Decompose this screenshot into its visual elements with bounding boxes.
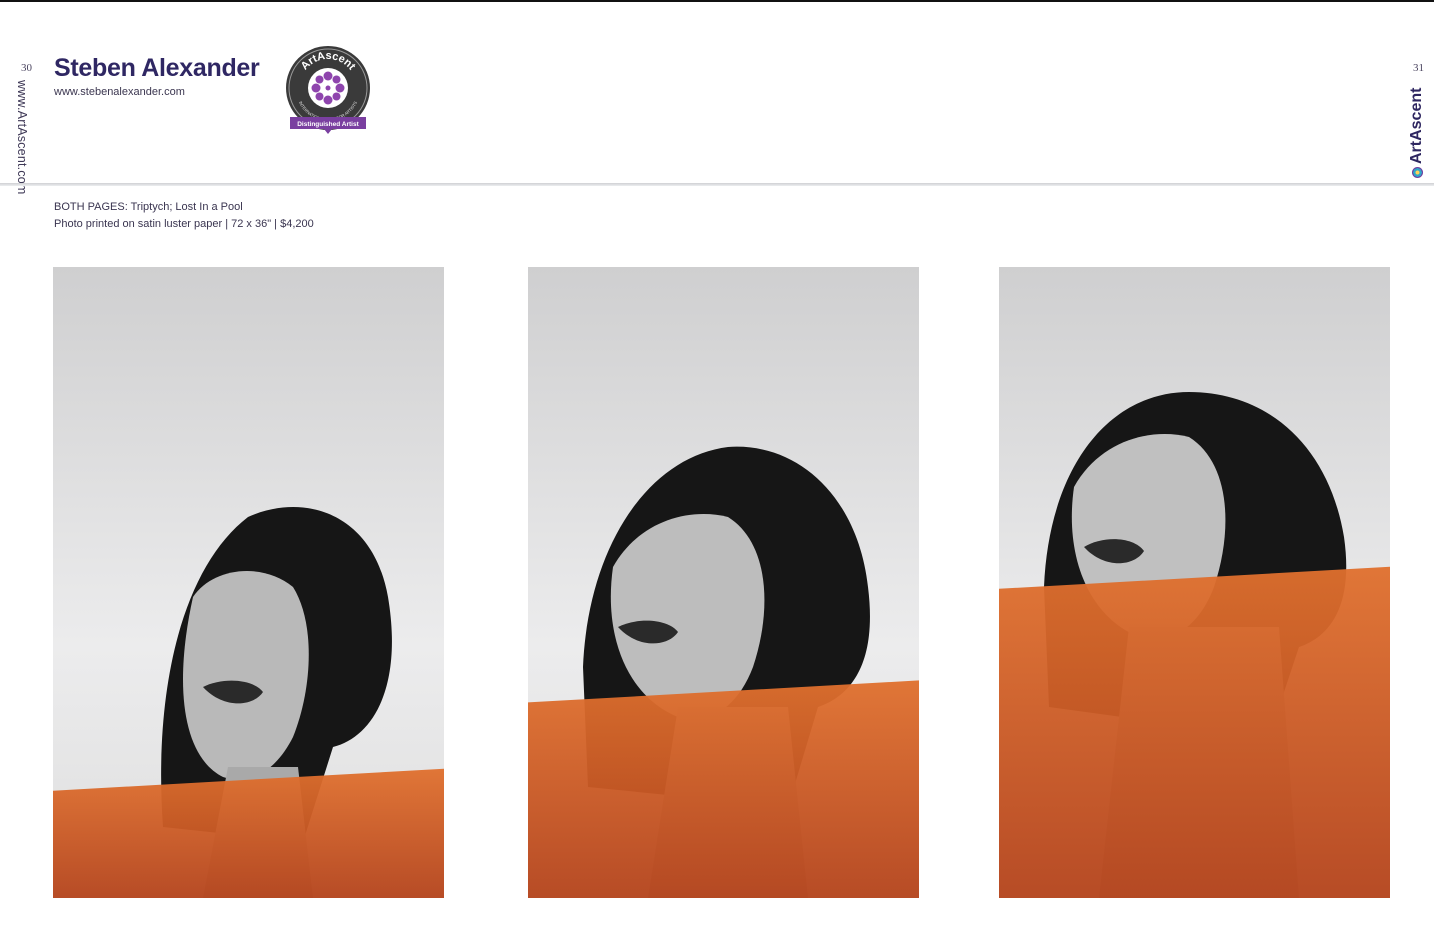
artist-name: Steben Alexander (54, 54, 260, 82)
photo-left[interactable] (53, 267, 444, 898)
portrait-photo (53, 267, 444, 898)
side-url[interactable]: www.ArtAscent.com (15, 80, 29, 195)
badge-ribbon-text: Distinguished Artist (297, 121, 359, 128)
artascent-logo-icon (1411, 167, 1423, 178)
photo-center[interactable] (528, 267, 919, 898)
photo-right[interactable] (999, 267, 1390, 898)
portrait-photo (999, 267, 1390, 898)
water-level (999, 566, 1390, 898)
distinguished-artist-badge: ArtAscent INTERNATIONAL CALL FOR ARTISTS… (282, 43, 374, 138)
water-level (528, 680, 919, 898)
artist-website[interactable]: www.stebenalexander.com (54, 86, 185, 98)
caption-details: Photo printed on satin luster paper | 72… (54, 218, 314, 230)
page-number-right: 31 (1413, 62, 1424, 74)
page-number-left: 30 (21, 62, 32, 74)
portrait-photo (528, 267, 919, 898)
top-rule (0, 0, 1434, 2)
caption-title: BOTH PAGES: Triptych; Lost In a Pool (54, 201, 243, 213)
badge-seal-icon: ArtAscent INTERNATIONAL CALL FOR ARTISTS… (286, 46, 370, 134)
caption: BOTH PAGES: Triptych; Lost In a Pool Pho… (54, 199, 314, 233)
side-brand-label: ArtAscent (1408, 87, 1425, 164)
header-divider (0, 183, 1434, 186)
side-brand: ArtAscent (1408, 88, 1426, 178)
water-level (53, 768, 444, 898)
